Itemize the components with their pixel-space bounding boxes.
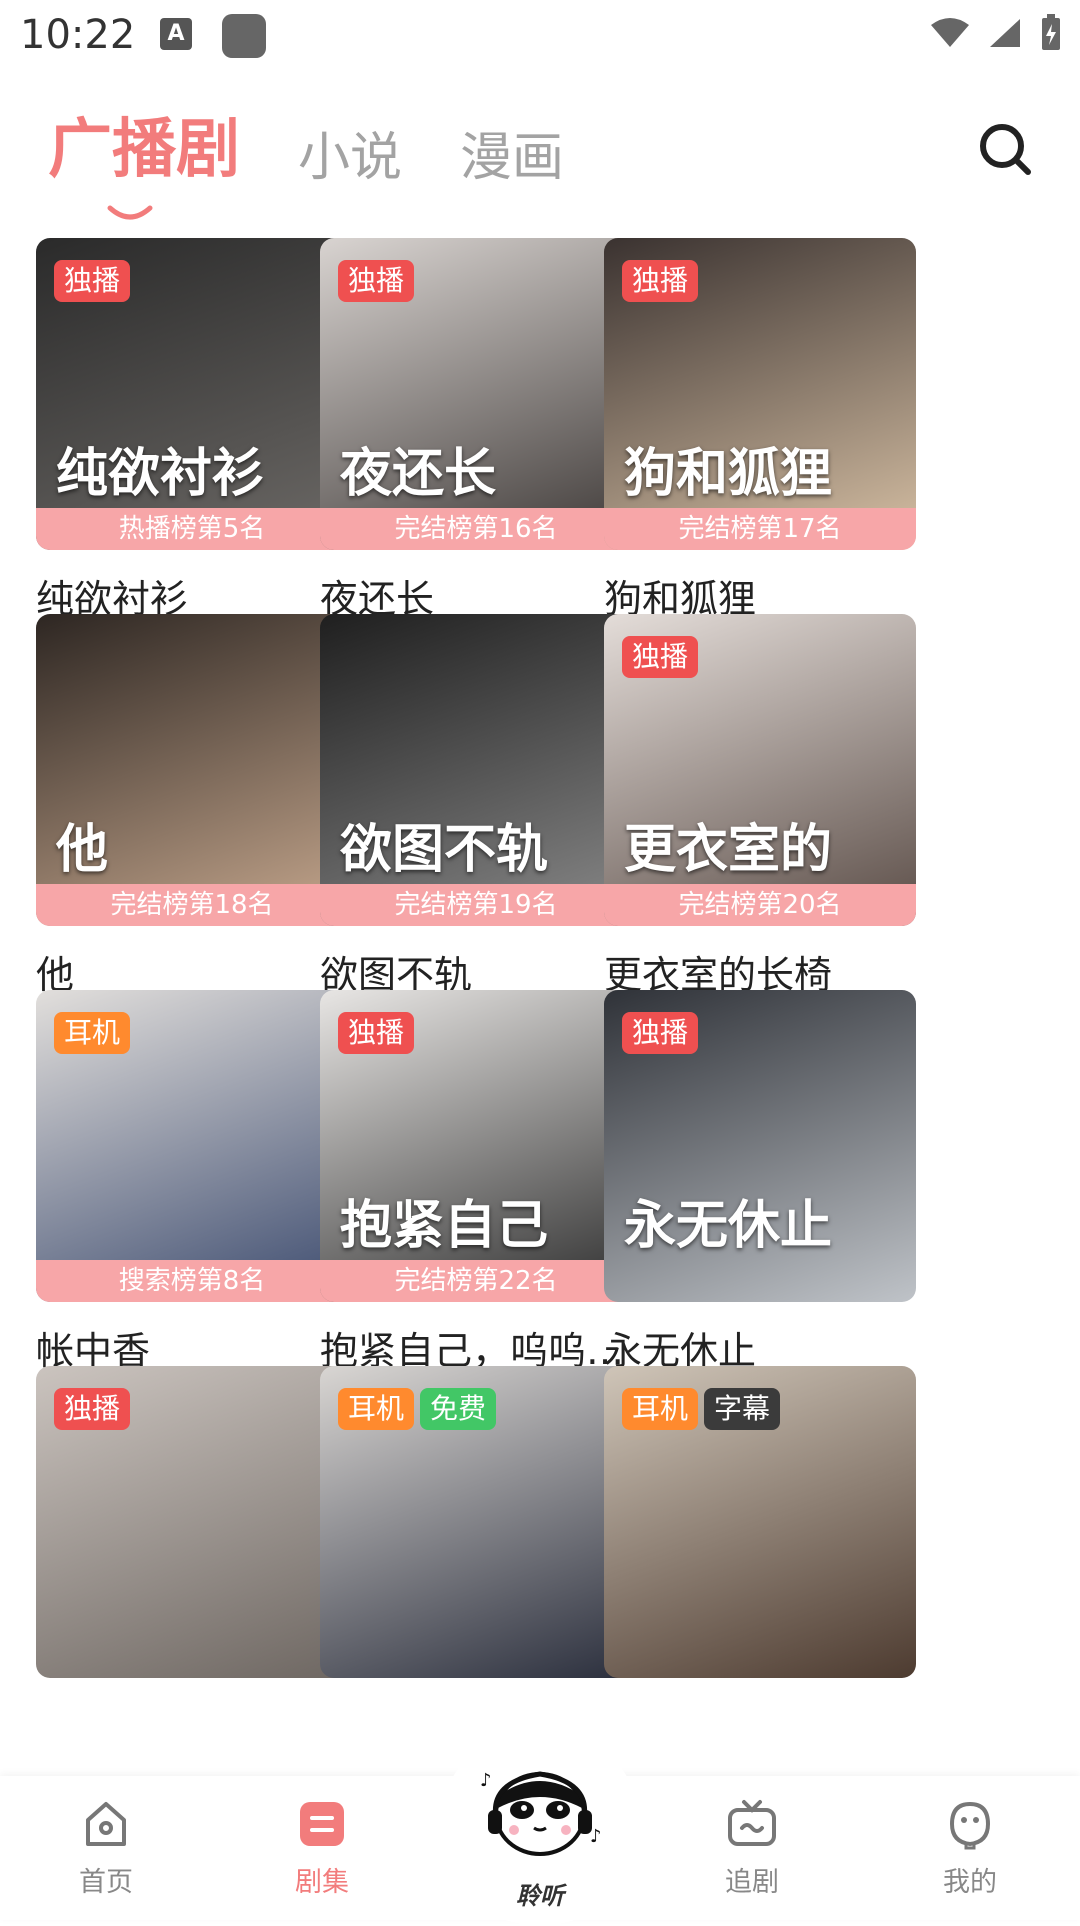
- badge-group: 耳机 字幕: [622, 1388, 781, 1430]
- rank-banner: 热播榜第5名: [36, 508, 348, 550]
- tab-label: 漫画: [460, 128, 565, 188]
- nav-home-label: 首页: [79, 1867, 133, 1898]
- cover-title-text: 永无休止: [624, 1196, 833, 1256]
- tab-active-indicator: [107, 205, 153, 220]
- badge-group: 独播: [622, 1012, 699, 1054]
- notification-icon: A: [160, 18, 192, 50]
- tag-badge: 耳机: [622, 1388, 699, 1430]
- tag-badge: 独播: [622, 1012, 699, 1054]
- nav-drama-label: 剧集: [295, 1867, 349, 1898]
- drama-cover-image[interactable]: 他完结榜第18名: [36, 614, 348, 926]
- drama-cover-image[interactable]: 耳机搜索榜第8名: [36, 990, 348, 1302]
- category-tabs: 广播剧 小说 漫画: [48, 98, 564, 220]
- rank-banner: 完结榜第16名: [320, 508, 632, 550]
- nav-drama[interactable]: 剧集: [262, 1798, 382, 1899]
- tab-radio-drama[interactable]: 广播剧: [48, 98, 240, 220]
- profile-icon: [949, 1801, 991, 1850]
- tab-comic[interactable]: 漫画: [460, 115, 564, 190]
- badge-group: 独播: [54, 1388, 131, 1430]
- signal-icon: [990, 19, 1020, 47]
- badge-group: 独播: [622, 636, 699, 678]
- home-icon: [86, 1802, 126, 1846]
- cover-title-text: 夜还长: [340, 444, 497, 504]
- rank-banner: 完结榜第22名: [320, 1260, 632, 1302]
- nav-mine-label: 我的: [943, 1867, 997, 1898]
- rank-banner: 完结榜第17名: [604, 508, 916, 550]
- drama-cover-image[interactable]: 更衣室的 独播完结榜第20名: [604, 614, 916, 926]
- tag-badge: 独播: [338, 260, 415, 302]
- status-bar: 10:22 A: [0, 0, 1080, 72]
- nav-listen[interactable]: ♪ ♪ 聆听: [440, 1726, 640, 1926]
- tag-badge: 耳机: [338, 1388, 415, 1430]
- drama-cover-image[interactable]: 独播: [36, 1366, 348, 1678]
- badge-group: 独播: [338, 260, 415, 302]
- tag-badge: 独播: [338, 1012, 415, 1054]
- nav-home[interactable]: 首页: [46, 1798, 166, 1899]
- tag-badge: 免费: [420, 1388, 497, 1430]
- rank-banner: 搜索榜第8名: [36, 1260, 348, 1302]
- badge-group: 耳机 免费: [338, 1388, 497, 1430]
- cover-title-text: 抱紧自己: [340, 1196, 549, 1256]
- battery-icon: [1042, 14, 1060, 50]
- rank-banner: 完结榜第20名: [604, 884, 916, 926]
- drama-cover-image[interactable]: 耳机 字幕: [604, 1366, 916, 1678]
- tv-icon: [728, 1800, 776, 1846]
- status-time: 10:22: [20, 12, 136, 58]
- rank-banner: 完结榜第18名: [36, 884, 348, 926]
- nav-follow[interactable]: 追剧: [692, 1798, 812, 1899]
- rank-banner: 完结榜第19名: [320, 884, 632, 926]
- drama-cover-image[interactable]: 抱紧自己 独播完结榜第22名: [320, 990, 632, 1302]
- app-notification-icon: [222, 14, 266, 58]
- badge-group: 独播: [54, 260, 131, 302]
- drama-icon: [300, 1802, 344, 1846]
- nav-listen-label: 聆听: [516, 1882, 564, 1910]
- svg-text:♪: ♪: [590, 1826, 602, 1847]
- drama-cover-image[interactable]: 欲图不轨 完结榜第19名: [320, 614, 632, 926]
- tag-badge: 独播: [54, 260, 131, 302]
- tab-novel[interactable]: 小说: [298, 115, 402, 190]
- drama-cover-image[interactable]: 永无休止 独播: [604, 990, 916, 1302]
- badge-group: 独播: [338, 1012, 415, 1054]
- cover-title-text: 他: [56, 820, 109, 880]
- drama-cover-image[interactable]: 狗和狐狸 独播完结榜第17名: [604, 238, 916, 550]
- cover-title-text: 纯欲衬衫: [56, 444, 265, 504]
- cover-title-text: 欲图不轨: [340, 820, 549, 880]
- tab-label: 广播剧: [48, 113, 240, 187]
- tag-badge: 独播: [54, 1388, 131, 1430]
- cover-title-text: 更衣室的: [624, 820, 833, 880]
- badge-group: 独播: [622, 260, 699, 302]
- svg-text:♪: ♪: [480, 1770, 492, 1791]
- status-icons: [930, 14, 1062, 52]
- tab-label: 小说: [298, 128, 403, 188]
- drama-cover-image[interactable]: 纯欲衬衫 独播热播榜第5名: [36, 238, 348, 550]
- search-icon[interactable]: [976, 120, 1034, 178]
- wifi-icon: [931, 18, 969, 47]
- tag-badge: 耳机: [54, 1012, 131, 1054]
- tag-badge: 字幕: [704, 1388, 781, 1430]
- tag-badge: 独播: [622, 260, 699, 302]
- drama-cover-image[interactable]: 耳机 免费: [320, 1366, 632, 1678]
- badge-group: 耳机: [54, 1012, 131, 1054]
- cover-title-text: 狗和狐狸: [624, 444, 833, 504]
- nav-mine[interactable]: 我的: [910, 1798, 1030, 1899]
- nav-follow-label: 追剧: [725, 1867, 779, 1898]
- drama-cover-image[interactable]: 夜还长 独播完结榜第16名: [320, 238, 632, 550]
- tag-badge: 独播: [622, 636, 699, 678]
- panda-mascot-icon: ♪ ♪: [480, 1770, 602, 1856]
